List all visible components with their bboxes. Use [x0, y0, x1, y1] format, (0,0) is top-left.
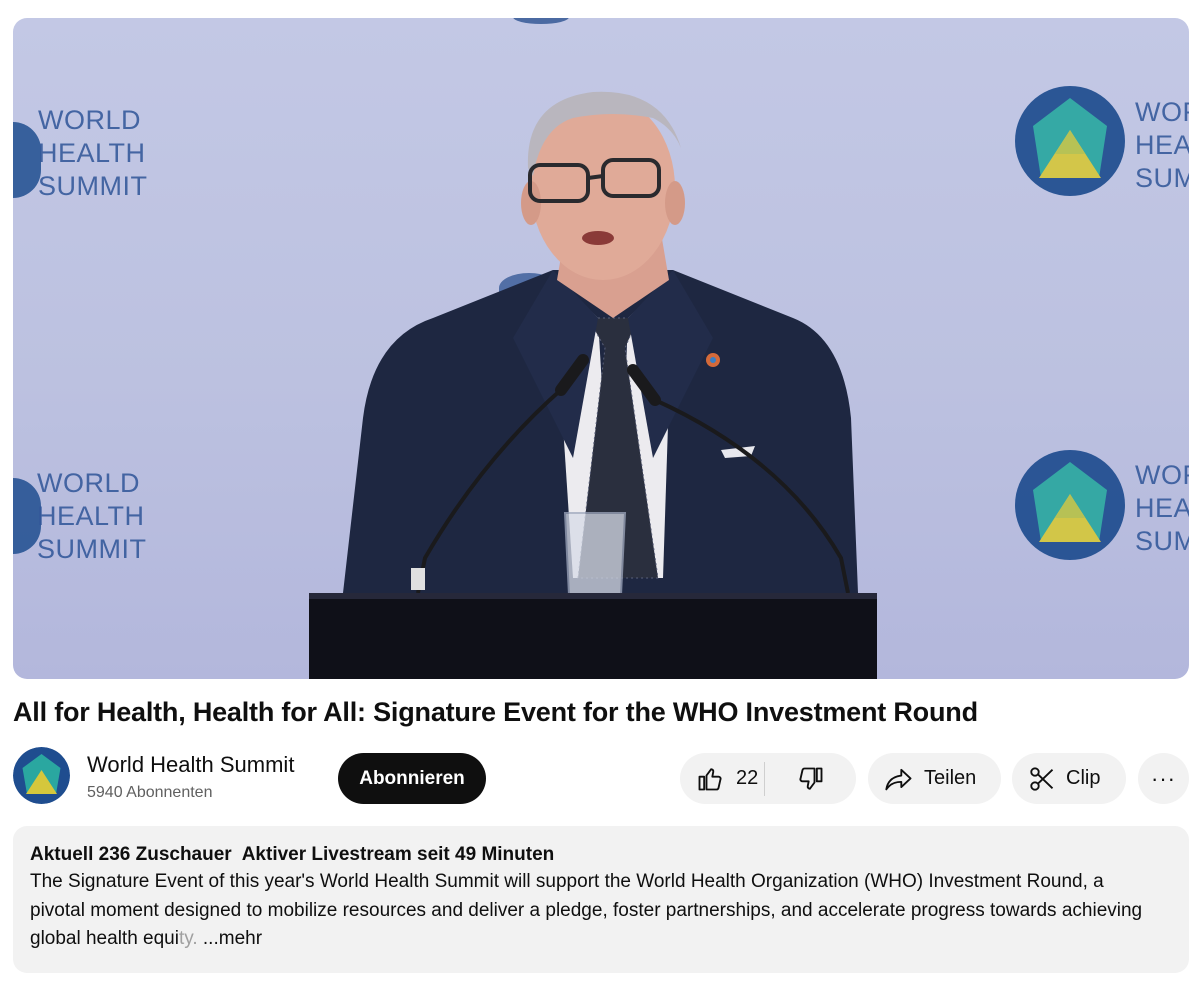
scissors-icon	[1030, 766, 1054, 791]
description-fade: ty.	[178, 928, 198, 949]
speaker-figure	[309, 91, 877, 679]
summit-logo-icon	[13, 747, 70, 804]
video-player[interactable]: WORLD HEALTH SUMMIT WORLD HEALTH SUMMIT …	[13, 18, 1189, 679]
like-dislike-group: 22	[680, 753, 856, 804]
clip-button[interactable]: Clip	[1012, 753, 1126, 804]
share-arrow-icon	[885, 768, 912, 790]
more-horizontal-icon: ···	[1151, 765, 1176, 791]
show-more-link[interactable]: ...mehr	[203, 928, 262, 949]
viewer-count: Aktuell 236 Zuschauer	[30, 844, 232, 865]
description-box[interactable]: Aktuell 236 Zuschauer Aktiver Livestream …	[13, 826, 1189, 973]
thumbs-down-icon	[798, 767, 822, 790]
live-status: Aktiver Livestream seit 49 Minuten	[241, 844, 555, 865]
channel-avatar[interactable]	[13, 747, 70, 804]
dislike-button[interactable]	[765, 753, 856, 804]
video-title: All for Health, Health for All: Signatur…	[13, 697, 978, 727]
more-actions-button[interactable]: ···	[1138, 753, 1189, 804]
subscriber-count: 5940 Abonnenten	[87, 784, 213, 801]
subscribe-button[interactable]: Abonnieren	[338, 753, 486, 804]
description-meta: Aktuell 236 Zuschauer Aktiver Livestream …	[30, 844, 1172, 866]
like-count: 22	[736, 767, 759, 789]
description-text: The Signature Event of this year's World…	[30, 868, 1160, 954]
thumbs-up-icon	[698, 767, 722, 790]
share-label: Teilen	[924, 767, 977, 789]
share-button[interactable]: Teilen	[868, 753, 1001, 804]
like-button[interactable]: 22	[680, 753, 764, 804]
channel-name[interactable]: World Health Summit	[87, 752, 294, 778]
clip-label: Clip	[1066, 767, 1101, 789]
